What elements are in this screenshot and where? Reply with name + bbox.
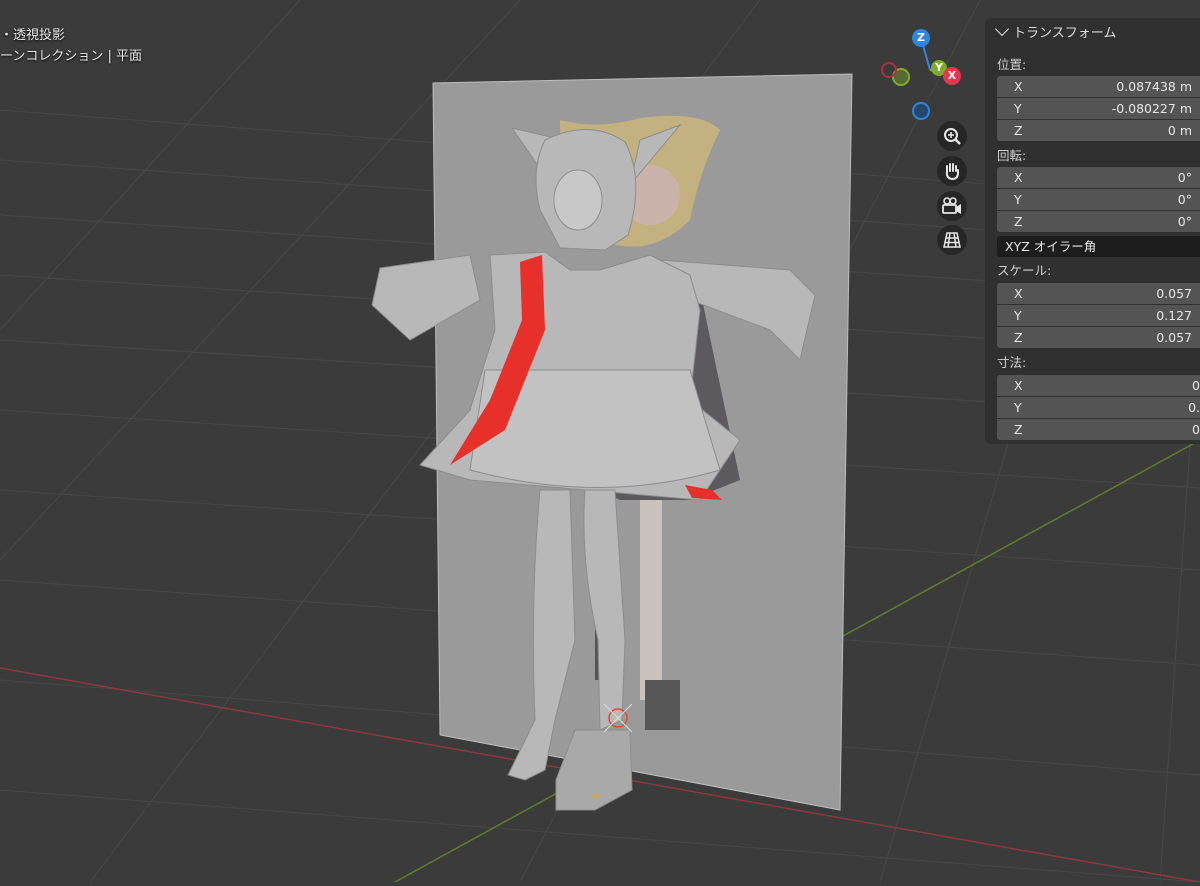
- zoom-icon: [944, 128, 961, 145]
- dimensions-x-field[interactable]: X0: [997, 375, 1200, 396]
- dimensions-y-field[interactable]: Y 0.: [997, 397, 1200, 418]
- perspective-toggle-button[interactable]: [937, 225, 967, 255]
- rotation-x-value: 0°: [1177, 170, 1192, 185]
- grid-toggle-icon: [943, 232, 961, 248]
- view-mode-label: ・透視投影: [0, 28, 66, 43]
- scale-label: スケール:: [997, 263, 1052, 278]
- camera-view-button[interactable]: [937, 191, 967, 221]
- gizmo-z-axis[interactable]: Z: [912, 29, 930, 47]
- location-y-value: -0.080227 m: [1111, 101, 1192, 116]
- dimensions-z-field[interactable]: Z0: [997, 419, 1200, 440]
- rotation-y-field[interactable]: Y 0°: [997, 189, 1200, 210]
- rotation-mode-dropdown[interactable]: XYZ オイラー角: [997, 236, 1200, 257]
- rotation-z-value: 0°: [1177, 214, 1192, 229]
- location-x-field[interactable]: X 0.087438 m: [997, 76, 1200, 97]
- gizmo-neg-z-axis[interactable]: [912, 102, 930, 120]
- hand-pan-icon: [945, 163, 959, 181]
- collection-path-label: ーンコレクション | 平面: [0, 49, 142, 64]
- scale-y-field[interactable]: Y 0.127: [997, 305, 1200, 326]
- scale-y-value: 0.127: [1156, 308, 1192, 323]
- scale-z-value: 0.057: [1156, 330, 1192, 345]
- location-y-field[interactable]: Y -0.080227 m: [997, 98, 1200, 119]
- navigation-gizmo[interactable]: Z Y X: [872, 24, 972, 124]
- dimensions-y-value: 0.: [1188, 400, 1200, 415]
- dimensions-z-value: 0: [1192, 422, 1200, 437]
- scale-x-field[interactable]: X 0.057: [997, 283, 1200, 304]
- location-label: 位置:: [997, 57, 1027, 72]
- dimensions-label: 寸法:: [997, 355, 1027, 370]
- location-z-value: 0 m: [1167, 123, 1192, 138]
- rotation-x-field[interactable]: X 0°: [997, 167, 1200, 188]
- scale-z-field[interactable]: Z 0.057: [997, 327, 1200, 348]
- scale-x-value: 0.057: [1156, 286, 1192, 301]
- rotation-y-value: 0°: [1177, 192, 1192, 207]
- location-x-value: 0.087438 m: [1116, 79, 1192, 94]
- transform-sidebar-panel: トランスフォーム 位置: X 0.087438 m Y -0.080227 m Z0…: [985, 18, 1200, 444]
- transform-panel-header[interactable]: トランスフォーム: [994, 21, 1117, 42]
- gizmo-neg-x-axis[interactable]: [881, 62, 897, 78]
- pivot-dot: [594, 794, 598, 798]
- chevron-down-icon: [994, 21, 1010, 37]
- dimensions-x-value: 0: [1192, 378, 1200, 393]
- rotation-label: 回転:: [997, 148, 1027, 163]
- transform-panel-title: トランスフォーム: [1013, 26, 1117, 41]
- camera-icon: [942, 197, 961, 214]
- gizmo-x-axis[interactable]: X: [943, 67, 961, 85]
- rotation-z-field[interactable]: Z 0°: [997, 211, 1200, 232]
- location-z-field[interactable]: Z0 m: [997, 120, 1200, 141]
- pan-button[interactable]: [937, 156, 967, 186]
- zoom-button[interactable]: [937, 121, 967, 151]
